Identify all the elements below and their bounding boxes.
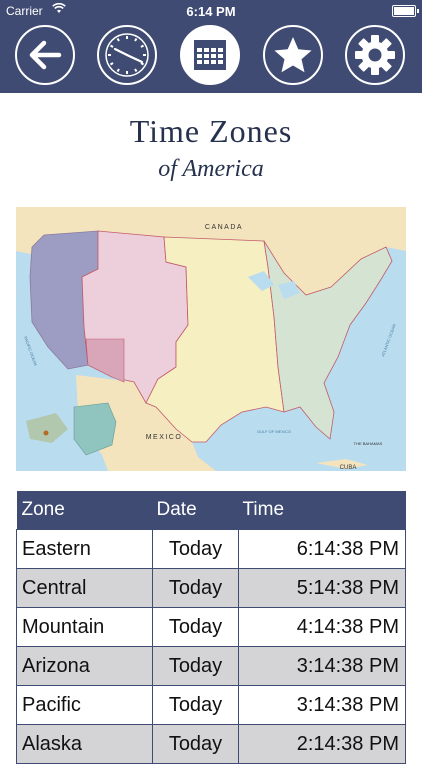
zone-cell: Central	[16, 568, 153, 608]
map-label-mexico: MEXICO	[146, 434, 183, 441]
zone-cell: Eastern	[16, 529, 153, 569]
date-cell: Today	[152, 568, 239, 608]
back-arrow-icon	[29, 40, 62, 70]
zone-cell: Arizona	[16, 646, 153, 686]
table-header-row: Zone Date Time	[16, 491, 406, 530]
date-cell: Today	[152, 529, 239, 569]
gear-icon	[355, 35, 395, 75]
column-header-zone: Zone	[16, 491, 153, 530]
date-cell: Today	[152, 646, 239, 686]
calendar-icon	[194, 40, 226, 70]
page-title: Time Zones	[129, 113, 293, 149]
table-row[interactable]: Arizona Today 3:14:38 PM	[16, 646, 406, 686]
time-cell: 3:14:38 PM	[238, 646, 406, 686]
date-cell: Today	[152, 607, 239, 647]
page-subtitle: of America	[158, 156, 264, 182]
top-toolbar: Carrier 6:14 PM	[0, 0, 422, 93]
back-button[interactable]	[15, 25, 75, 85]
time-cell: 6:14:38 PM	[238, 529, 406, 569]
map-label-bahamas: THE BAHAMAS	[354, 441, 383, 446]
map-label-canada: CANADA	[205, 224, 243, 231]
time-cell: 4:14:38 PM	[238, 607, 406, 647]
table-row[interactable]: Eastern Today 6:14:38 PM	[16, 529, 406, 569]
column-header-date: Date	[152, 491, 239, 530]
date-cell: Today	[152, 685, 239, 725]
calendar-button[interactable]	[180, 25, 240, 85]
map-label-gulf: GULF OF MEXICO	[257, 429, 291, 434]
table-row[interactable]: Pacific Today 3:14:38 PM	[16, 685, 406, 725]
table-row[interactable]: Alaska Today 2:14:38 PM	[16, 724, 406, 764]
time-zone-map: CANADA MEXICO CUBA THE BAHAMAS PACIFIC O…	[16, 207, 406, 471]
clock-button[interactable]	[97, 25, 157, 85]
star-icon	[274, 37, 312, 73]
time-zone-table: Zone Date Time Eastern Today 6:14:38 PM …	[16, 491, 406, 764]
time-cell: 3:14:38 PM	[238, 685, 406, 725]
time-cell: 2:14:38 PM	[238, 724, 406, 764]
zone-cell: Mountain	[16, 607, 153, 647]
favorites-button[interactable]	[263, 25, 323, 85]
settings-button[interactable]	[345, 25, 405, 85]
table-row[interactable]: Mountain Today 4:14:38 PM	[16, 607, 406, 647]
map-label-cuba: CUBA	[340, 465, 357, 471]
column-header-time: Time	[238, 491, 406, 530]
clock-icon	[105, 33, 149, 77]
date-cell: Today	[152, 724, 239, 764]
table-row[interactable]: Central Today 5:14:38 PM	[16, 568, 406, 608]
status-bar: Carrier 6:14 PM	[0, 0, 422, 22]
status-time: 6:14 PM	[186, 4, 236, 19]
hawaii-island	[43, 430, 49, 436]
zone-cell: Pacific	[16, 685, 153, 725]
zone-cell: Alaska	[16, 724, 153, 764]
time-cell: 5:14:38 PM	[238, 568, 406, 608]
battery-icon	[392, 5, 419, 17]
